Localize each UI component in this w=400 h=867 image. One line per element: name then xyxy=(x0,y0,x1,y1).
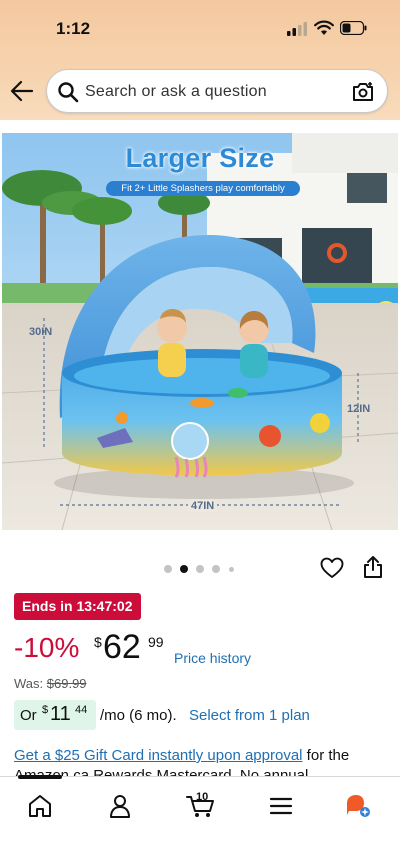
carousel-dot[interactable] xyxy=(212,565,220,573)
wifi-icon xyxy=(314,20,334,35)
giftcard-offer: Get a $25 Gift Card instantly upon appro… xyxy=(14,746,386,778)
carousel-dot-active[interactable] xyxy=(180,565,188,573)
search-input[interactable]: Search or ask a question xyxy=(85,83,267,101)
search-bar[interactable]: Search or ask a question xyxy=(46,69,388,113)
price-currency: $ xyxy=(94,634,102,650)
wishlist-heart-icon[interactable] xyxy=(320,557,344,579)
height-dimension: 30IN xyxy=(29,326,53,338)
price-block: -10% $ 62 99 Price history xyxy=(14,626,394,670)
status-bar: 1:12 xyxy=(0,0,400,58)
back-arrow-icon[interactable] xyxy=(10,80,34,102)
discount-percent: -10% xyxy=(14,632,80,663)
monthly-fraction: 44 xyxy=(75,704,88,716)
rufus-assistant-icon[interactable] xyxy=(344,793,370,819)
select-plan-link[interactable]: Select from 1 plan xyxy=(189,707,310,724)
status-time: 1:12 xyxy=(56,19,91,38)
image-headline: Larger Size xyxy=(125,143,275,173)
depth-dimension: 12IN xyxy=(347,403,371,415)
was-price: Was: $69.99 xyxy=(14,676,87,691)
price-fraction: 99 xyxy=(148,634,164,650)
price-history-link[interactable]: Price history xyxy=(174,650,251,666)
product-image[interactable]: Larger Size Fit 2+ Little Splashers play… xyxy=(2,133,398,530)
carousel-dot[interactable] xyxy=(196,565,204,573)
monthly-prefix: Or xyxy=(20,707,37,724)
was-value: $69.99 xyxy=(46,676,87,691)
width-dimension: 47IN xyxy=(188,500,218,512)
monthly-payment: Or $ 11 44 /mo (6 mo). Select from 1 pla… xyxy=(14,700,394,730)
was-label: Was: xyxy=(14,676,44,691)
deal-countdown-badge: Ends in 13:47:02 xyxy=(14,593,141,620)
bottom-navigation: 10 xyxy=(0,775,400,867)
monthly-suffix: /mo (6 mo). xyxy=(100,707,177,724)
cart-count-badge: 10 xyxy=(196,791,209,803)
image-subline: Fit 2+ Little Splashers play comfortably xyxy=(106,181,300,196)
monthly-currency: $ xyxy=(42,704,49,716)
share-icon[interactable] xyxy=(363,555,383,579)
menu-icon[interactable] xyxy=(268,793,294,819)
battery-icon xyxy=(340,21,367,35)
giftcard-link[interactable]: Get a $25 Gift Card instantly upon appro… xyxy=(14,747,303,764)
camera-search-icon[interactable] xyxy=(351,80,375,104)
account-icon[interactable] xyxy=(107,793,133,819)
cellular-signal-icon xyxy=(287,22,307,36)
header: 1:12 Search or ask a question xyxy=(0,0,400,120)
home-icon[interactable] xyxy=(27,793,53,819)
monthly-whole: 11 xyxy=(50,703,71,725)
carousel-dot[interactable] xyxy=(164,565,172,573)
search-icon xyxy=(58,82,79,103)
carousel-dot[interactable] xyxy=(229,566,234,572)
active-tab-indicator xyxy=(18,775,62,779)
price-whole: 62 xyxy=(103,628,141,666)
